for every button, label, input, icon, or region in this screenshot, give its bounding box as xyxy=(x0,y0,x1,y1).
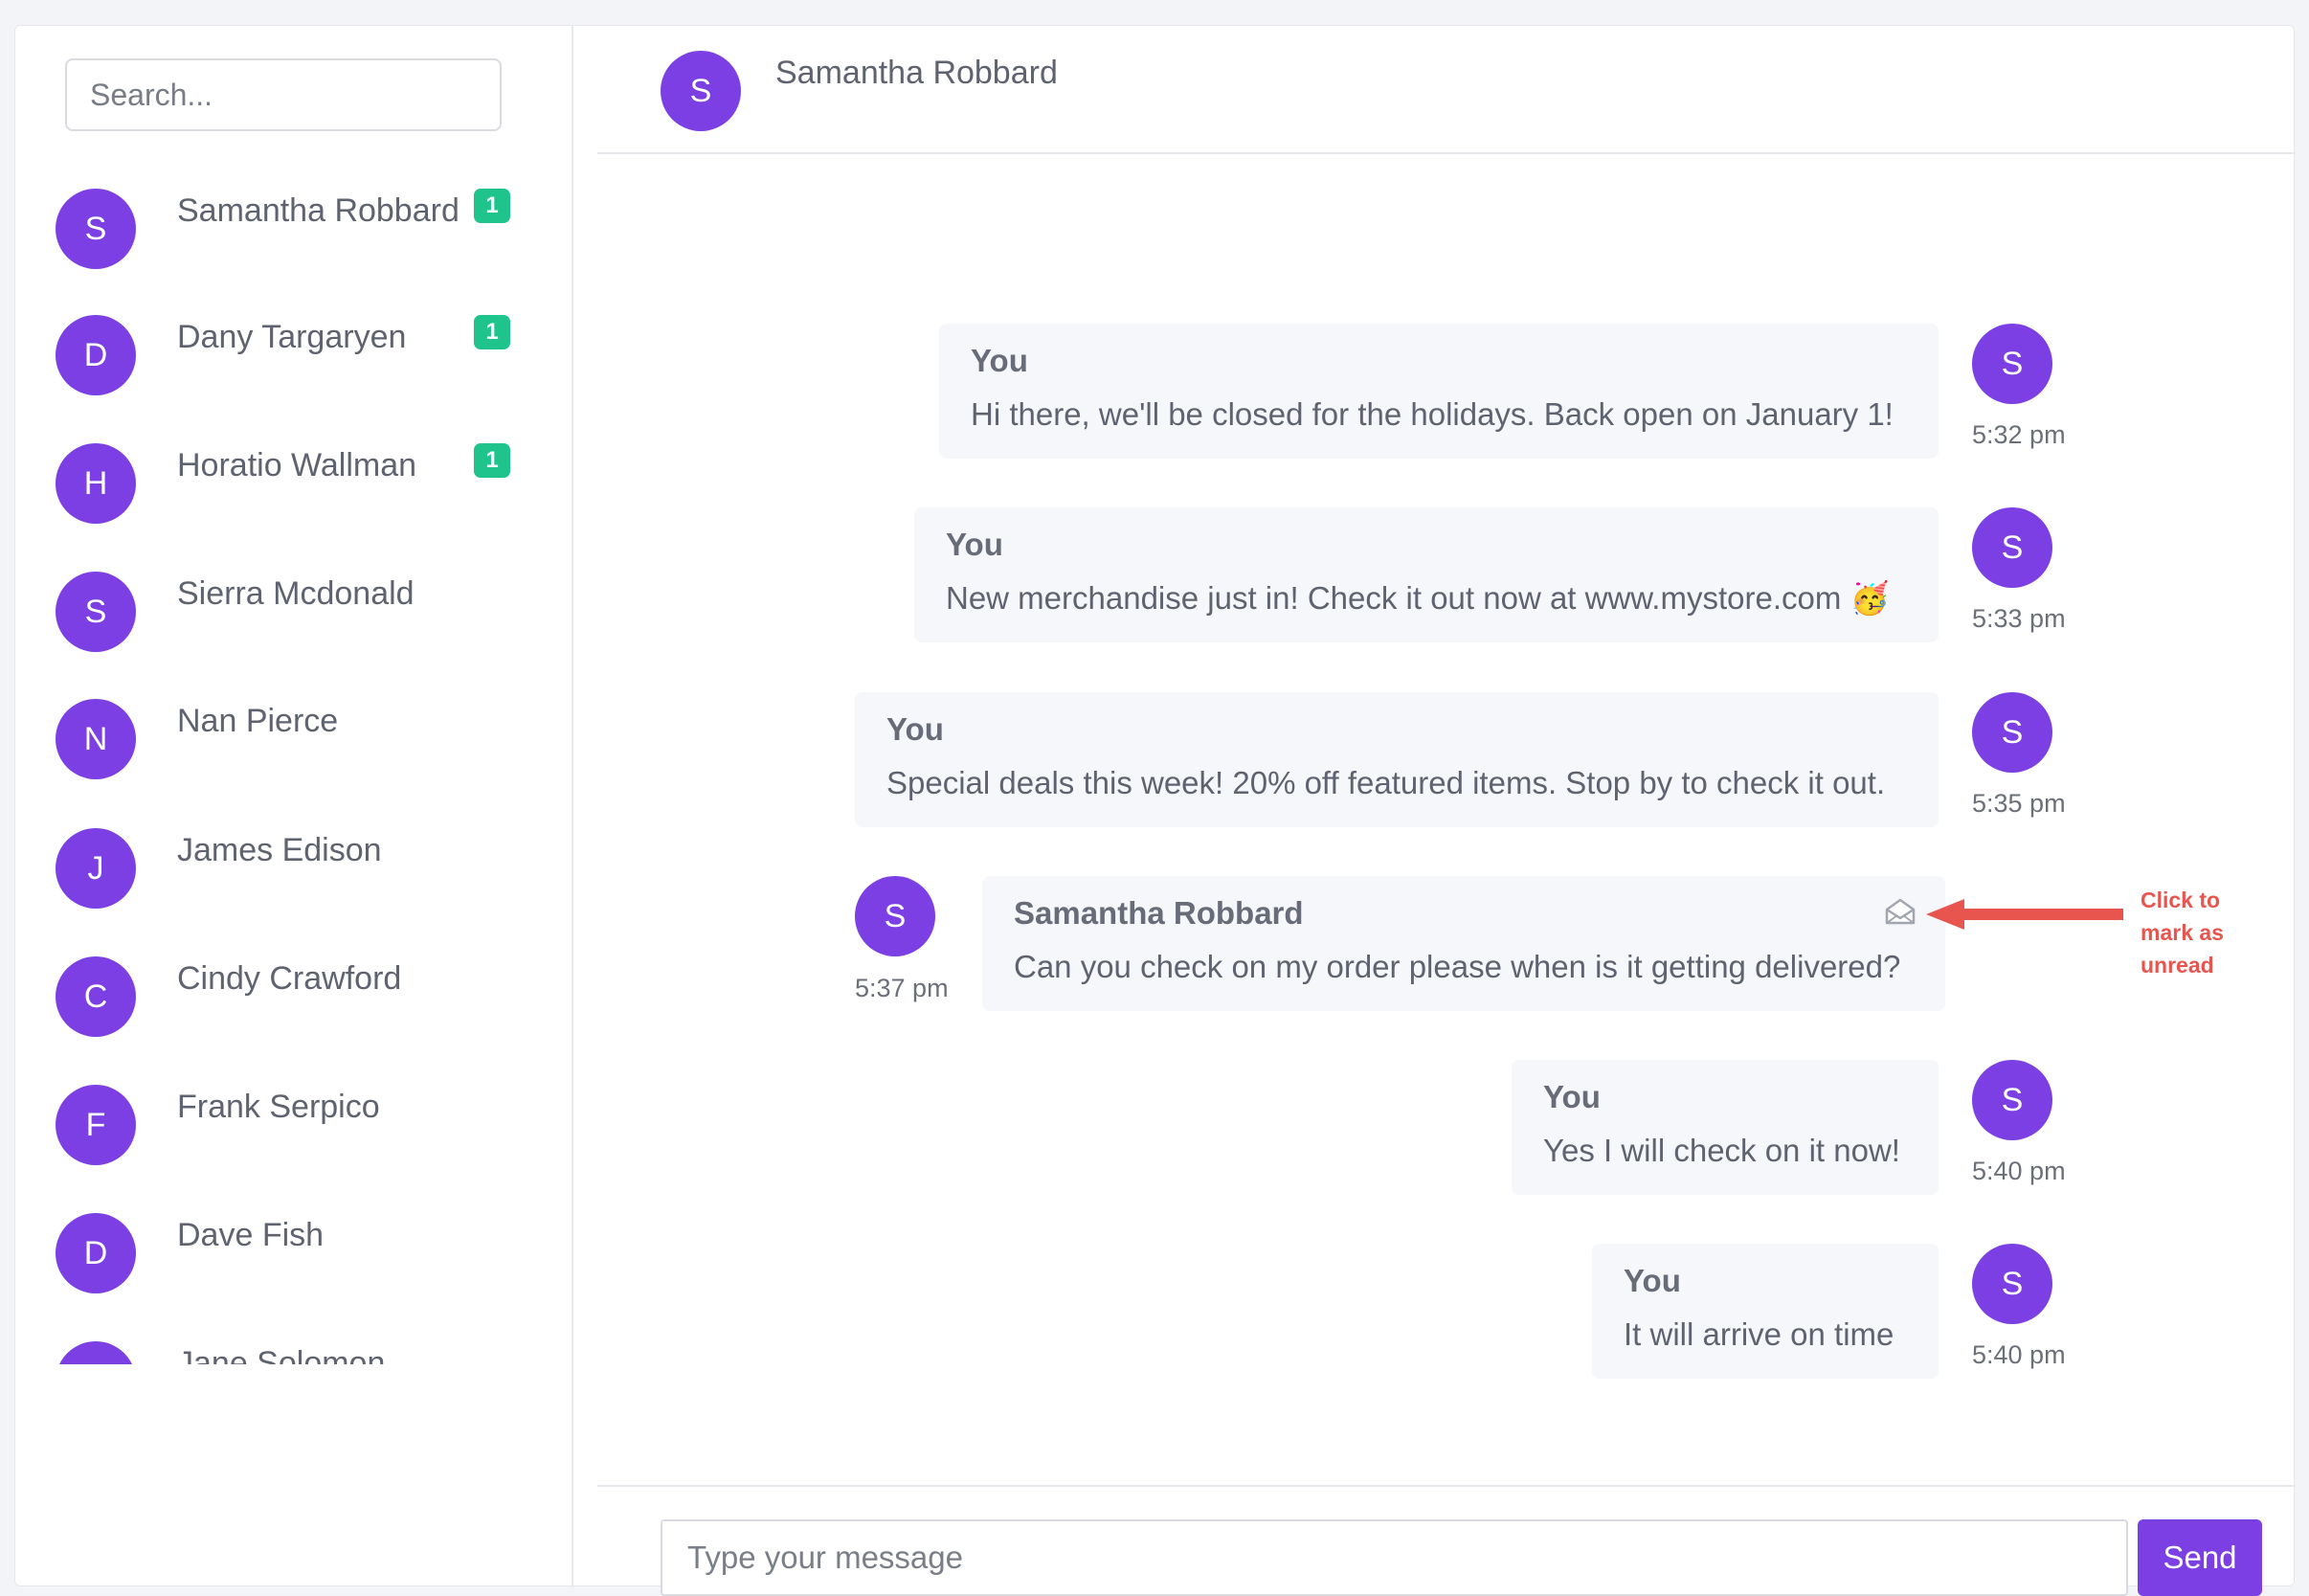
message-text: New merchandise just in! Check it out no… xyxy=(946,580,1890,616)
message-time: 5:33 pm xyxy=(1972,604,2066,633)
avatar: J xyxy=(56,828,136,909)
message-time: 5:32 pm xyxy=(1972,420,2066,449)
contacts-sidebar: S Samantha Robbard 1 D Dany Targaryen 1 … xyxy=(15,26,573,1587)
unread-badge: 1 xyxy=(474,443,510,478)
message-time: 5:35 pm xyxy=(1972,789,2066,818)
message-text: Can you check on my order please when is… xyxy=(1014,949,1901,984)
contact-item-cindy-crawford[interactable]: C Cindy Crawford xyxy=(15,956,573,1071)
message-time: 5:40 pm xyxy=(1972,1340,2066,1369)
unread-badge: 1 xyxy=(474,315,510,349)
avatar: S xyxy=(1972,1060,2052,1140)
message-sender: You xyxy=(1543,1079,1601,1114)
contact-name: Samantha Robbard xyxy=(177,192,460,229)
message-sender: Samantha Robbard xyxy=(1014,895,1304,931)
contact-item-dave-fish[interactable]: D Dave Fish xyxy=(15,1213,573,1328)
message-bubble-incoming: Samantha Robbard Can you check on my ord… xyxy=(982,876,1945,1011)
message-text: Hi there, we'll be closed for the holida… xyxy=(971,396,1894,432)
contact-item-nan-pierce[interactable]: N Nan Pierce xyxy=(15,699,573,814)
message-composer: Send xyxy=(597,1485,2296,1596)
avatar: S xyxy=(855,876,935,956)
avatar: H xyxy=(56,443,136,524)
contact-name: Sierra Mcdonald xyxy=(177,575,415,612)
contact-item-jane-solomon[interactable]: J Jane Solomon xyxy=(15,1341,573,1364)
contact-item-frank-serpico[interactable]: F Frank Serpico xyxy=(15,1085,573,1200)
message-time: 5:37 pm xyxy=(855,974,949,1002)
message-sender: You xyxy=(971,343,1028,378)
contact-item-horatio-wallman[interactable]: H Horatio Wallman 1 xyxy=(15,443,573,558)
contact-name: Horatio Wallman xyxy=(177,447,417,483)
avatar: F xyxy=(56,1085,136,1165)
annotation-label: Click to mark as unread xyxy=(2141,888,2224,978)
unread-badge: 1 xyxy=(474,189,510,223)
search-input[interactable] xyxy=(65,58,502,131)
avatar: C xyxy=(56,956,136,1037)
message-sender: You xyxy=(946,527,1003,562)
message-text: Yes I will check on it now! xyxy=(1543,1133,1900,1168)
avatar: D xyxy=(56,315,136,395)
avatar: N xyxy=(56,699,136,779)
message-bubble-outgoing: You Hi there, we'll be closed for the ho… xyxy=(939,324,1939,459)
avatar: D xyxy=(56,1213,136,1293)
contact-name: Nan Pierce xyxy=(177,703,339,739)
contact-item-james-edison[interactable]: J James Edison xyxy=(15,828,573,943)
message-bubble-outgoing: You Yes I will check on it now! xyxy=(1512,1060,1939,1195)
contact-name: Dave Fish xyxy=(177,1217,325,1253)
avatar: J xyxy=(56,1341,136,1364)
send-button[interactable]: Send xyxy=(2138,1519,2262,1596)
message-sender: You xyxy=(1624,1263,1681,1298)
contact-name: James Edison xyxy=(177,832,382,868)
contact-name: Dany Targaryen xyxy=(177,319,407,355)
contact-item-dany-targaryen[interactable]: D Dany Targaryen 1 xyxy=(15,315,573,430)
avatar: S xyxy=(1972,507,2052,588)
message-bubble-outgoing: You It will arrive on time xyxy=(1592,1244,1939,1379)
message-bubble-outgoing: You Special deals this week! 20% off fea… xyxy=(855,692,1939,827)
chat-app: S Samantha Robbard 1 D Dany Targaryen 1 … xyxy=(14,25,2296,1596)
avatar: S xyxy=(1972,1244,2052,1324)
chat-header: S Samantha Robbard xyxy=(597,26,2296,154)
contact-list[interactable]: S Samantha Robbard 1 D Dany Targaryen 1 … xyxy=(15,189,573,1364)
message-text: Special deals this week! 20% off feature… xyxy=(886,765,1886,800)
avatar: S xyxy=(56,189,136,269)
message-input[interactable] xyxy=(661,1519,2128,1596)
annotation-arrow xyxy=(1926,899,2123,930)
message-sender: You xyxy=(886,711,944,747)
message-text: It will arrive on time xyxy=(1624,1316,1894,1352)
message-time: 5:40 pm xyxy=(1972,1157,2066,1185)
message-bubble-outgoing: You New merchandise just in! Check it ou… xyxy=(914,507,1939,642)
avatar: S xyxy=(1972,692,2052,773)
contact-item-samantha-robbard[interactable]: S Samantha Robbard 1 xyxy=(15,189,573,303)
avatar: S xyxy=(56,572,136,652)
chat-title: Samantha Robbard xyxy=(775,55,1058,91)
contact-item-sierra-mcdonald[interactable]: S Sierra Mcdonald xyxy=(15,572,573,686)
contact-name: Jane Solomon xyxy=(177,1345,386,1364)
message-list[interactable]: You Hi there, we'll be closed for the ho… xyxy=(597,154,2296,1485)
avatar: S xyxy=(661,51,741,131)
contact-name: Frank Serpico xyxy=(177,1089,380,1125)
contact-name: Cindy Crawford xyxy=(177,960,402,997)
avatar: S xyxy=(1972,324,2052,404)
envelope-open-icon[interactable] xyxy=(1884,895,1917,928)
